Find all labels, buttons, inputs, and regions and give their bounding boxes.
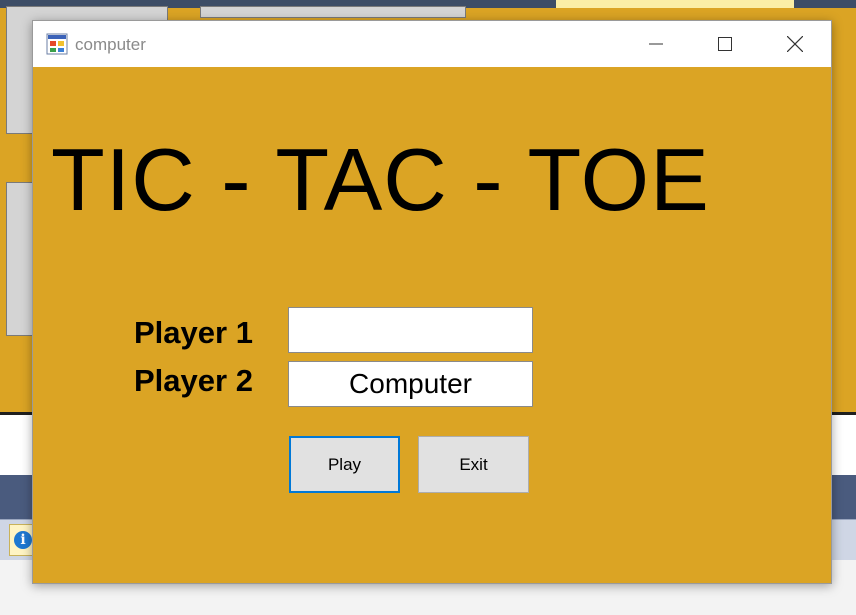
player1-input[interactable]	[288, 307, 533, 353]
title-bar[interactable]: computer	[33, 21, 831, 67]
close-button[interactable]	[761, 21, 829, 67]
ide-active-tab-strip	[556, 0, 794, 8]
close-icon	[787, 36, 803, 52]
minimize-icon	[649, 43, 663, 45]
form-app-icon	[46, 33, 68, 55]
player2-input[interactable]	[288, 361, 533, 407]
maximize-button[interactable]	[691, 21, 759, 67]
game-window: computer TIC - TAC - TOE Player 1 Player…	[32, 20, 832, 584]
designer-cell	[200, 6, 466, 18]
play-button[interactable]: Play	[289, 436, 400, 493]
game-title: TIC - TAC - TOE	[51, 130, 710, 229]
form-client-area: TIC - TAC - TOE Player 1 Player 2 Play E…	[33, 67, 831, 583]
player2-label: Player 2	[134, 363, 253, 398]
player1-label: Player 1	[134, 315, 253, 350]
exit-button[interactable]: Exit	[418, 436, 529, 493]
minimize-button[interactable]	[622, 21, 690, 67]
maximize-icon	[718, 37, 732, 51]
info-icon: i	[14, 531, 32, 549]
window-title: computer	[75, 35, 146, 54]
